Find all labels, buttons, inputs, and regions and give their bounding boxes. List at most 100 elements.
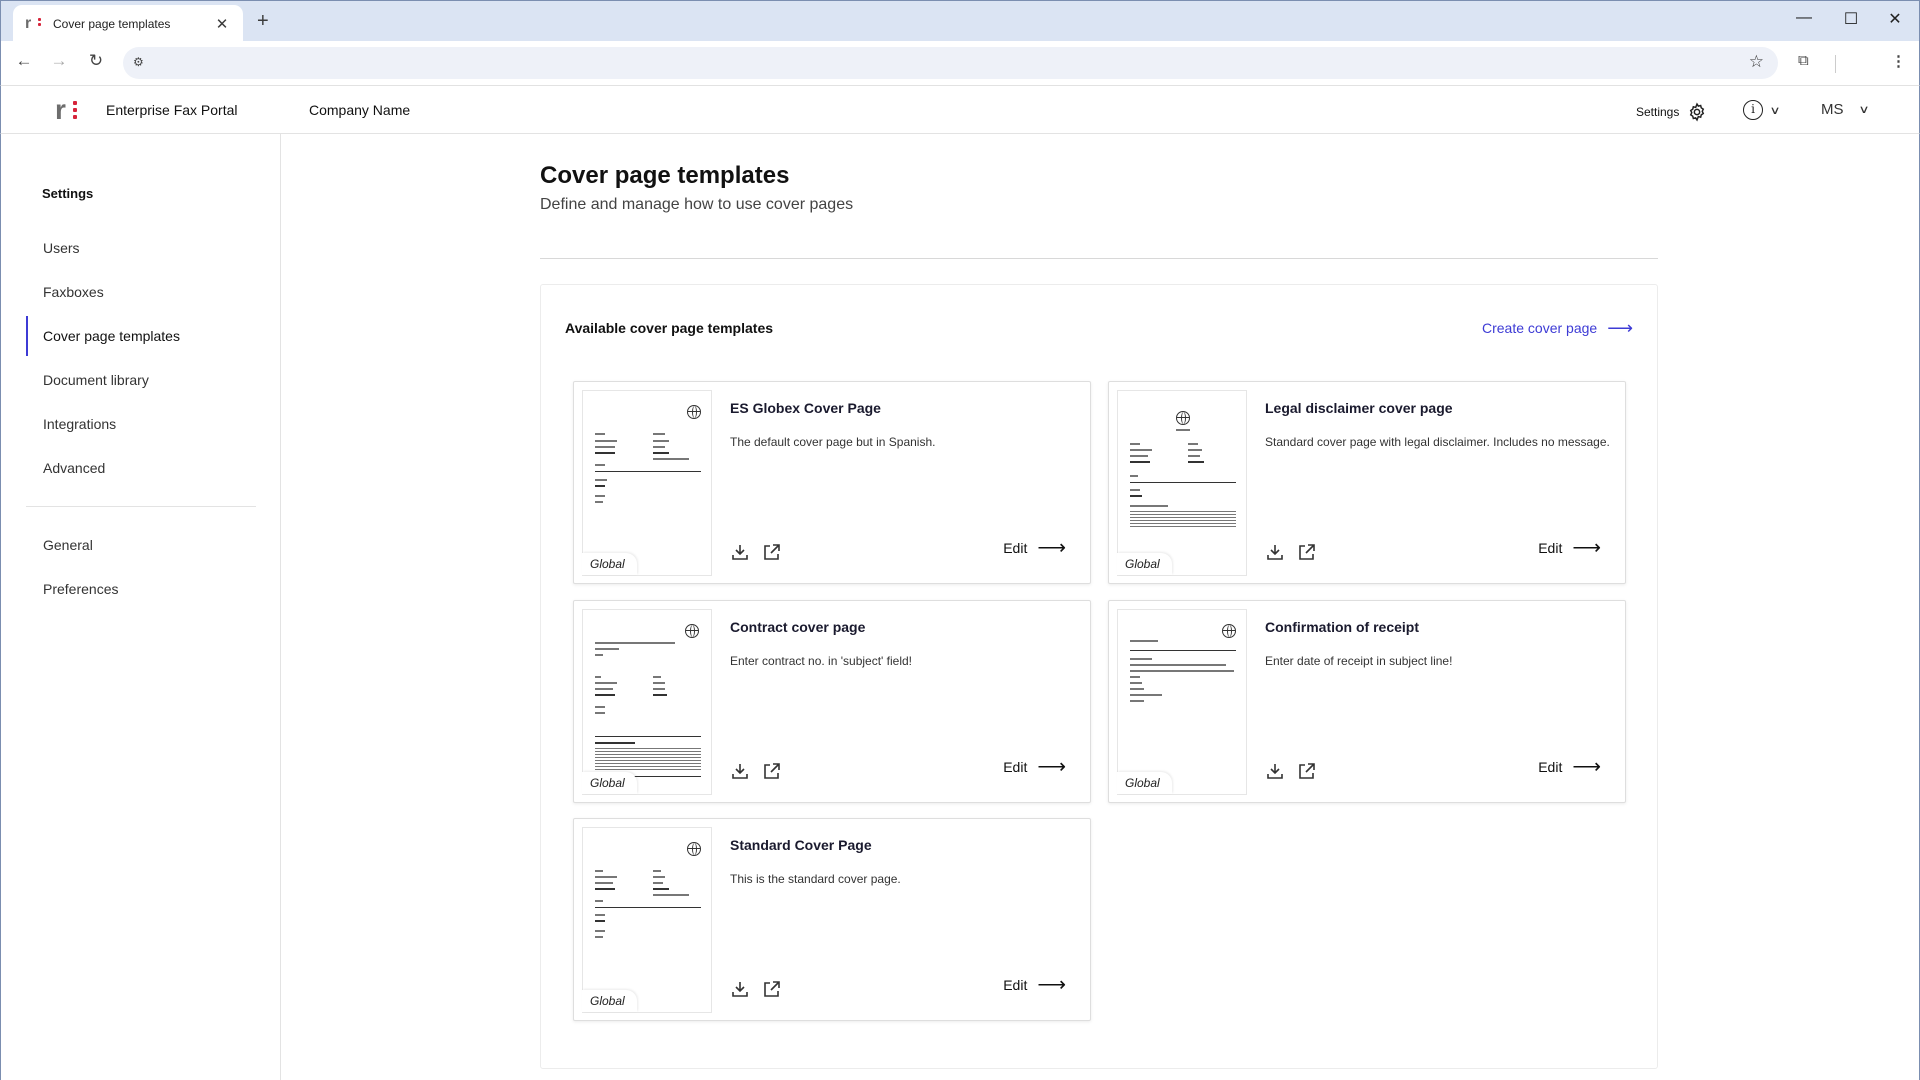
edit-button[interactable]: Edit ⟶: [1003, 974, 1066, 996]
tab-title: Cover page templates: [53, 16, 171, 31]
card-description: Enter date of receipt in subject line!: [1265, 654, 1453, 668]
arrow-right-icon: ⟶: [1037, 537, 1066, 559]
globe-logo-icon: [1176, 411, 1190, 425]
globe-logo-icon: [687, 405, 701, 419]
arrow-right-icon: ⟶: [1037, 756, 1066, 778]
info-icon: i: [1743, 100, 1763, 120]
card-title: Contract cover page: [730, 619, 866, 635]
tab-close-icon[interactable]: ✕: [213, 15, 231, 33]
edit-label: Edit: [1538, 540, 1563, 556]
brand-logo[interactable]: r: [55, 96, 79, 124]
title-divider: [540, 258, 1658, 259]
card-title: ES Globex Cover Page: [730, 400, 881, 416]
sidebar-item-general[interactable]: General: [26, 525, 256, 565]
templates-panel: Available cover page templates Create co…: [540, 284, 1658, 1069]
sidebar-item-cover-page-templates[interactable]: Cover page templates: [26, 316, 256, 356]
card-description: Standard cover page with legal disclaime…: [1265, 435, 1610, 449]
settings-button[interactable]: Settings: [1636, 102, 1707, 122]
forward-icon[interactable]: →: [47, 51, 71, 71]
app-header: r Enterprise Fax Portal Company Name Set…: [0, 86, 1920, 134]
card-title: Standard Cover Page: [730, 837, 872, 853]
browser-tab[interactable]: r Cover page templates ✕: [13, 5, 243, 42]
scope-badge: Global: [582, 990, 637, 1012]
portal-title: Enterprise Fax Portal: [106, 102, 238, 118]
edit-button[interactable]: Edit ⟶: [1003, 537, 1066, 559]
toolbar-divider: [1835, 55, 1836, 73]
edit-label: Edit: [1538, 759, 1563, 775]
arrow-right-icon: ⟶: [1572, 537, 1601, 559]
maximize-icon[interactable]: ☐: [1841, 9, 1861, 29]
card-title: Confirmation of receipt: [1265, 619, 1420, 635]
open-external-icon[interactable]: [1297, 761, 1317, 781]
browser-menu-icon[interactable]: ⋮: [1891, 52, 1906, 70]
template-card: Global Confirmation of receipt Enter dat…: [1108, 600, 1626, 803]
sidebar-item-document-library[interactable]: Document library: [26, 360, 256, 400]
panel-title: Available cover page templates: [565, 320, 774, 336]
open-external-icon[interactable]: [762, 979, 782, 999]
help-menu-button[interactable]: i ∨: [1743, 100, 1781, 120]
arrow-right-icon: ⟶: [1037, 974, 1066, 996]
edit-label: Edit: [1003, 759, 1028, 775]
edit-label: Edit: [1003, 540, 1028, 556]
card-description: Enter contract no. in 'subject' field!: [730, 654, 913, 668]
cover-page-thumbnail[interactable]: [582, 390, 712, 576]
page-title: Cover page templates: [540, 162, 790, 189]
sidebar-item-integrations[interactable]: Integrations: [26, 404, 256, 444]
scope-badge: Global: [582, 772, 637, 794]
tab-search-icon[interactable]: ⧉: [1798, 52, 1809, 69]
cover-page-thumbnail[interactable]: [1117, 609, 1247, 795]
chevron-down-icon: ∨: [1857, 104, 1870, 116]
cover-page-thumbnail[interactable]: [582, 609, 712, 795]
bookmark-star-icon[interactable]: ☆: [1749, 52, 1764, 72]
address-bar[interactable]: ⚙ ☆: [123, 47, 1778, 79]
download-icon[interactable]: [730, 761, 750, 781]
user-menu-button[interactable]: MS ∨: [1821, 101, 1870, 118]
open-external-icon[interactable]: [762, 542, 782, 562]
template-card: Global ES Globex Cover Page The default …: [573, 381, 1091, 584]
edit-label: Edit: [1003, 977, 1028, 993]
card-title: Legal disclaimer cover page: [1265, 400, 1453, 416]
reload-icon[interactable]: ↻: [84, 51, 108, 71]
site-settings-icon[interactable]: ⚙: [133, 55, 149, 71]
settings-sidebar: Settings Users Faxboxes Cover page templ…: [0, 134, 281, 1080]
template-card: Global Standard Cover Page This is the s…: [573, 818, 1091, 1021]
arrow-right-icon: ⟶: [1607, 318, 1633, 338]
settings-label: Settings: [1636, 105, 1680, 119]
back-icon[interactable]: ←: [12, 51, 36, 71]
download-icon[interactable]: [1265, 761, 1285, 781]
scope-badge: Global: [1117, 772, 1172, 794]
arrow-right-icon: ⟶: [1572, 756, 1601, 778]
cover-page-thumbnail[interactable]: [1117, 390, 1247, 576]
sidebar-divider: [26, 506, 256, 507]
open-external-icon[interactable]: [762, 761, 782, 781]
sidebar-item-preferences[interactable]: Preferences: [26, 569, 256, 609]
download-icon[interactable]: [1265, 542, 1285, 562]
new-tab-button[interactable]: +: [257, 10, 269, 33]
create-cover-page-link[interactable]: Create cover page ⟶: [1482, 318, 1633, 338]
edit-button[interactable]: Edit ⟶: [1003, 756, 1066, 778]
template-card: Global Contract cover page Enter contrac…: [573, 600, 1091, 803]
gear-icon: [1690, 102, 1705, 122]
scope-badge: Global: [1117, 553, 1172, 575]
sidebar-item-users[interactable]: Users: [26, 228, 256, 268]
chevron-down-icon: ∨: [1769, 104, 1781, 117]
sidebar-item-advanced[interactable]: Advanced: [26, 448, 256, 488]
globe-logo-icon: [1222, 624, 1236, 638]
create-cover-page-label: Create cover page: [1482, 320, 1598, 336]
scope-badge: Global: [582, 553, 637, 575]
open-external-icon[interactable]: [1297, 542, 1317, 562]
browser-tab-bar: r Cover page templates ✕ + — ☐ ✕: [0, 0, 1920, 42]
edit-button[interactable]: Edit ⟶: [1538, 537, 1601, 559]
download-icon[interactable]: [730, 542, 750, 562]
user-initials: MS: [1821, 101, 1844, 118]
globe-logo-icon: [687, 842, 701, 856]
sidebar-item-faxboxes[interactable]: Faxboxes: [26, 272, 256, 312]
template-card: Global Legal disclaimer cover page Stand…: [1108, 381, 1626, 584]
edit-button[interactable]: Edit ⟶: [1538, 756, 1601, 778]
download-icon[interactable]: [730, 979, 750, 999]
company-name: Company Name: [309, 102, 411, 118]
browser-toolbar: ← → ↻ ⚙ ☆ ⧉ ⋮: [0, 41, 1920, 86]
window-close-icon[interactable]: ✕: [1885, 9, 1905, 29]
cover-page-thumbnail[interactable]: [582, 827, 712, 1013]
minimize-icon[interactable]: —: [1794, 9, 1814, 27]
